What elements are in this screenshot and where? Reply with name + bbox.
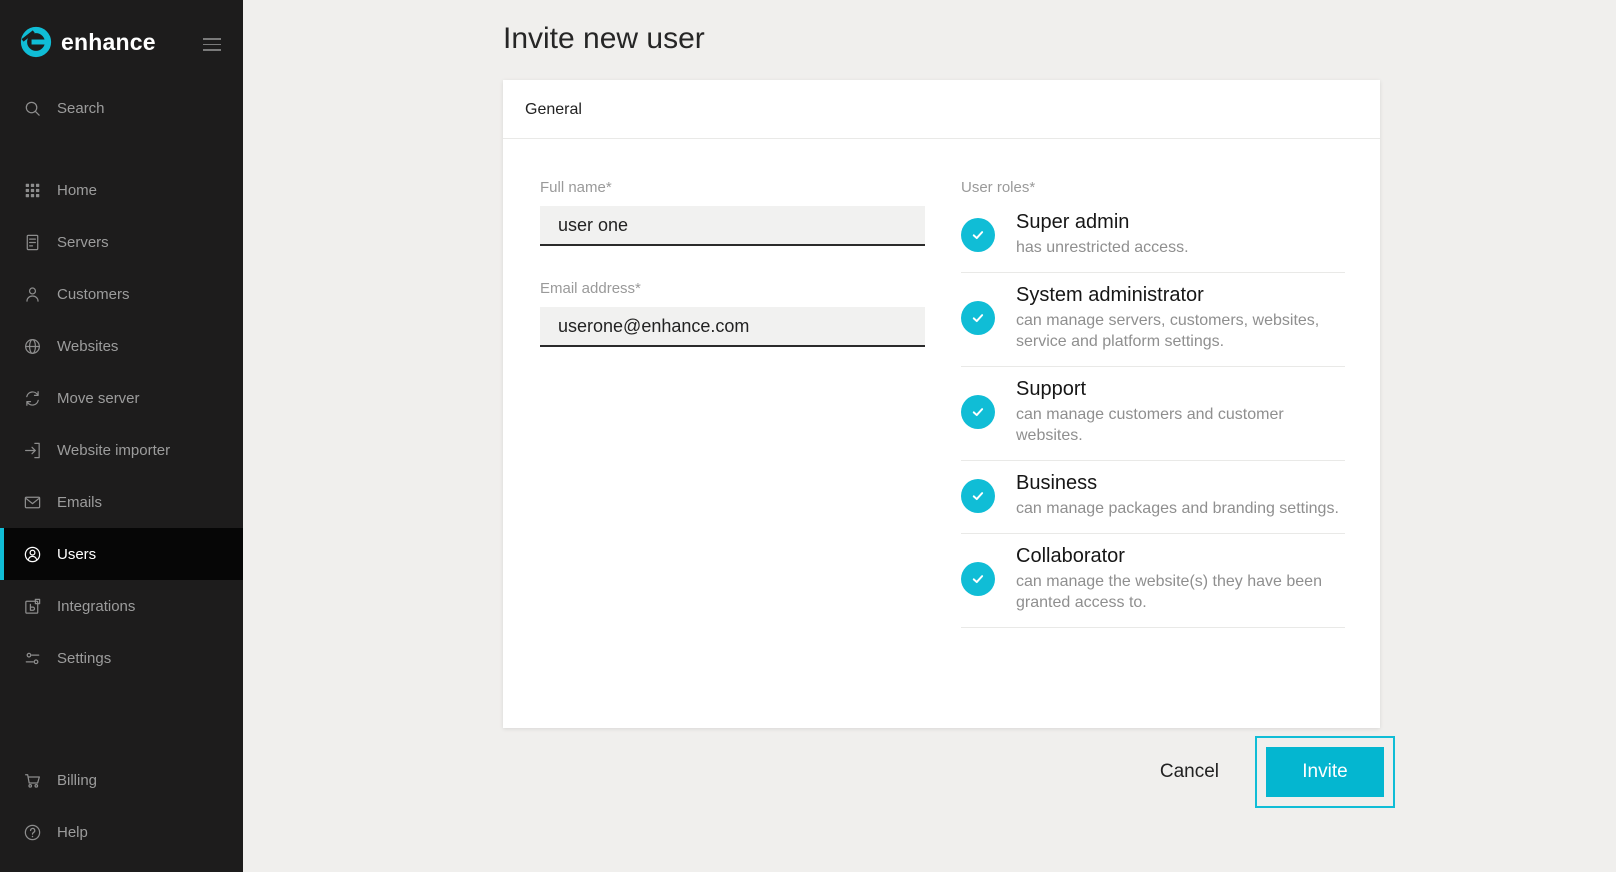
email-field-group: Email address*: [540, 280, 925, 347]
role-description: has unrestricted access.: [1016, 237, 1189, 259]
role-checkbox-checked[interactable]: [961, 301, 995, 335]
role-description: can manage customers and customer websit…: [1016, 404, 1345, 447]
role-name: Super admin: [1016, 211, 1189, 234]
cancel-button[interactable]: Cancel: [1134, 736, 1245, 808]
role-name: Collaborator: [1016, 545, 1345, 568]
card-header: General: [503, 80, 1380, 139]
sidebar-item-label: Users: [57, 546, 96, 563]
full-name-input[interactable]: [540, 206, 925, 246]
sidebar-item-label: Billing: [57, 772, 97, 789]
sidebar-item-label: Website importer: [57, 442, 170, 459]
role-checkbox-checked[interactable]: [961, 479, 995, 513]
sidebar-item-label: Settings: [57, 650, 111, 667]
invite-button[interactable]: Invite: [1266, 747, 1384, 797]
sidebar-item-label: Servers: [57, 234, 109, 251]
search-icon: [23, 99, 42, 118]
form-actions: Cancel Invite: [503, 736, 1395, 808]
sidebar-item-label: Customers: [57, 286, 130, 303]
sidebar-item-servers[interactable]: Servers: [0, 216, 243, 268]
check-icon: [969, 403, 987, 421]
sidebar-item-label: Emails: [57, 494, 102, 511]
sidebar-collapse-icon[interactable]: [203, 38, 221, 52]
sidebar-item-emails[interactable]: Emails: [0, 476, 243, 528]
import-arrow-icon: [23, 441, 42, 460]
role-row-collaborator[interactable]: Collaborator can manage the website(s) t…: [961, 534, 1345, 628]
role-name: Support: [1016, 378, 1345, 401]
sidebar-item-search[interactable]: Search: [0, 82, 243, 134]
person-icon: [23, 285, 42, 304]
email-label: Email address*: [540, 280, 925, 297]
role-row-super-admin[interactable]: Super admin has unrestricted access.: [961, 200, 1345, 273]
check-icon: [969, 226, 987, 244]
role-row-support[interactable]: Support can manage customers and custome…: [961, 367, 1345, 461]
invite-button-focus-ring: Invite: [1255, 736, 1395, 808]
cart-icon: [23, 771, 42, 790]
globe-icon: [23, 337, 42, 356]
sidebar-item-label: Home: [57, 182, 97, 199]
main-content: Invite new user General Full name* Email…: [243, 0, 1616, 872]
role-description: can manage servers, customers, websites,…: [1016, 310, 1345, 353]
check-icon: [969, 309, 987, 327]
sidebar-item-move-server[interactable]: Move server: [0, 372, 243, 424]
check-icon: [969, 570, 987, 588]
sidebar-item-settings[interactable]: Settings: [0, 632, 243, 684]
sync-arrows-icon: [23, 389, 42, 408]
sidebar-item-integrations[interactable]: Integrations: [0, 580, 243, 632]
user-circle-icon: [23, 545, 42, 564]
brand-name: enhance: [61, 29, 156, 56]
role-row-business[interactable]: Business can manage packages and brandin…: [961, 461, 1345, 534]
full-name-field-group: Full name*: [540, 179, 925, 246]
role-checkbox-checked[interactable]: [961, 395, 995, 429]
enhance-logo-icon: [20, 26, 52, 58]
sidebar-item-billing[interactable]: Billing: [0, 754, 243, 806]
integrations-icon: [23, 597, 42, 616]
sidebar-item-website-importer[interactable]: Website importer: [0, 424, 243, 476]
invite-user-card: General Full name* Email address* User r…: [503, 80, 1380, 728]
sidebar-item-label: Search: [57, 100, 105, 117]
sidebar-item-websites[interactable]: Websites: [0, 320, 243, 372]
envelope-icon: [23, 493, 42, 512]
sidebar-item-label: Websites: [57, 338, 118, 355]
question-circle-icon: [23, 823, 42, 842]
sidebar-item-label: Integrations: [57, 598, 135, 615]
role-row-system-administrator[interactable]: System administrator can manage servers,…: [961, 273, 1345, 367]
sidebar-item-help[interactable]: Help: [0, 806, 243, 858]
server-icon: [23, 233, 42, 252]
check-icon: [969, 487, 987, 505]
role-name: Business: [1016, 472, 1339, 495]
sidebar-item-label: Move server: [57, 390, 140, 407]
role-name: System administrator: [1016, 284, 1345, 307]
role-description: can manage packages and branding setting…: [1016, 498, 1339, 520]
home-grid-icon: [23, 181, 42, 200]
role-checkbox-checked[interactable]: [961, 562, 995, 596]
sidebar-item-customers[interactable]: Customers: [0, 268, 243, 320]
email-input[interactable]: [540, 307, 925, 347]
sidebar-item-home[interactable]: Home: [0, 164, 243, 216]
user-roles-label: User roles*: [961, 179, 1345, 196]
sidebar: enhance Search Home Servers Customers We…: [0, 0, 243, 872]
page-title: Invite new user: [503, 22, 705, 56]
role-checkbox-checked[interactable]: [961, 218, 995, 252]
sliders-icon: [23, 649, 42, 668]
role-description: can manage the website(s) they have been…: [1016, 571, 1345, 614]
full-name-label: Full name*: [540, 179, 925, 196]
sidebar-item-label: Help: [57, 824, 88, 841]
sidebar-item-users[interactable]: Users: [0, 528, 243, 580]
